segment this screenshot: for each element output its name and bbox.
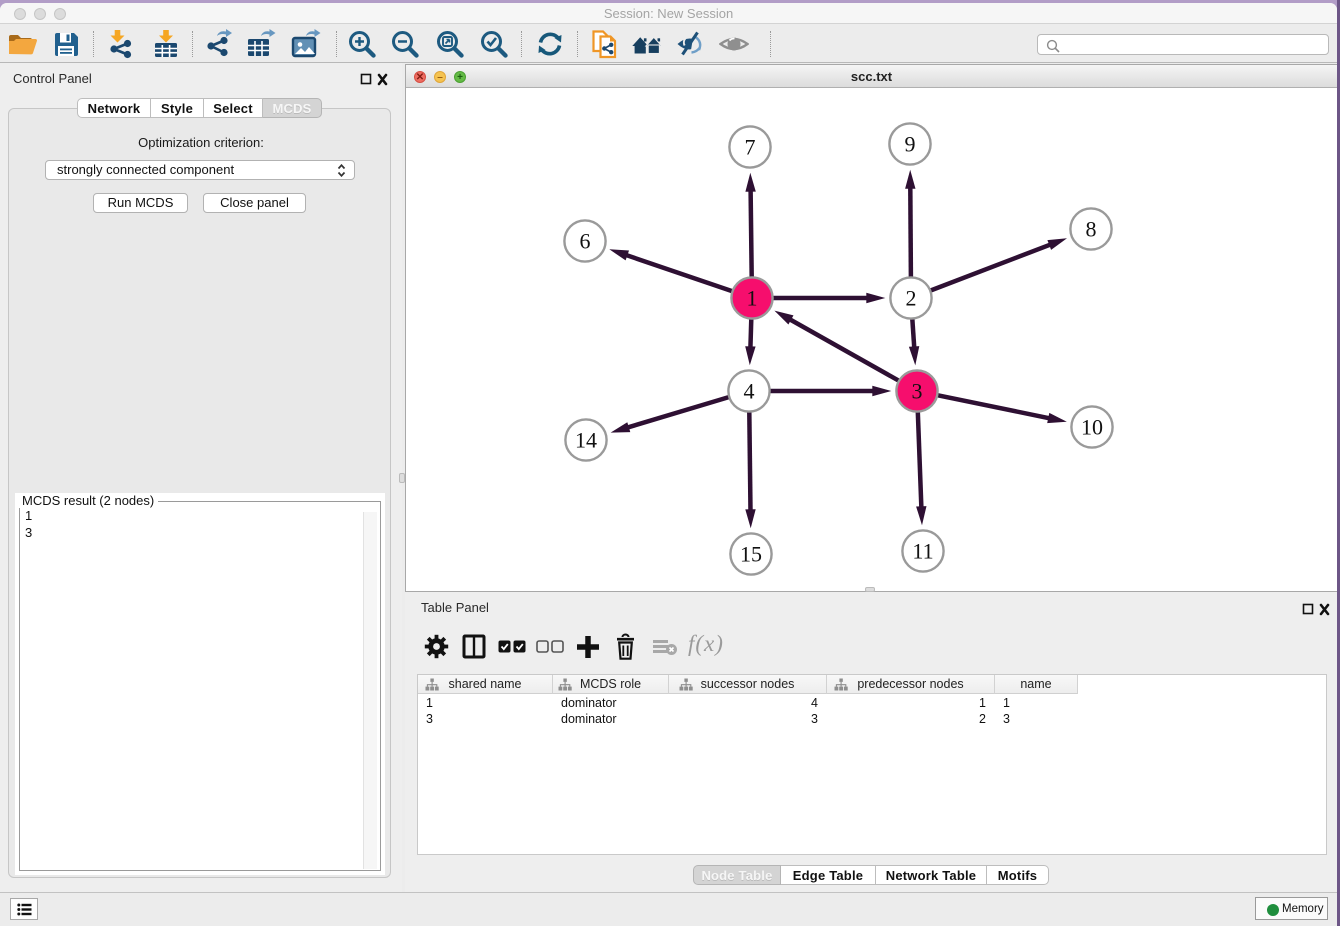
- svg-text:1: 1: [747, 286, 758, 311]
- svg-text:6: 6: [580, 229, 591, 254]
- svg-text:14: 14: [575, 428, 597, 453]
- svg-text:7: 7: [745, 135, 756, 160]
- svg-text:3: 3: [912, 379, 923, 404]
- svg-text:9: 9: [905, 132, 916, 157]
- svg-text:11: 11: [912, 539, 933, 564]
- svg-text:10: 10: [1081, 415, 1103, 440]
- svg-text:8: 8: [1086, 217, 1097, 242]
- svg-text:2: 2: [906, 286, 917, 311]
- svg-text:4: 4: [744, 379, 755, 404]
- svg-text:15: 15: [740, 542, 762, 567]
